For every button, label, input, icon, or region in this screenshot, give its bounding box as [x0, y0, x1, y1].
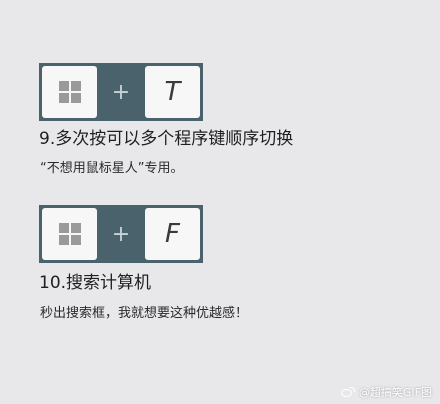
letter-key: F — [145, 208, 200, 260]
weibo-icon — [340, 386, 355, 398]
windows-logo-icon — [58, 223, 81, 245]
watermark-text: @超搞笑GIF图 — [358, 386, 432, 399]
windows-logo-icon — [58, 81, 81, 103]
windows-key — [42, 66, 97, 118]
plus-sign: + — [111, 79, 131, 105]
key-letter: T — [164, 77, 181, 107]
shortcut-description-1: “不想用鼠标星人”专用。 — [40, 161, 184, 176]
shortcut-combo-1: + T — [39, 63, 203, 121]
windows-key — [42, 208, 97, 260]
key-letter: F — [165, 219, 180, 249]
shortcut-title-2: 10.搜索计算机 — [39, 273, 152, 293]
watermark: @超搞笑GIF图 — [340, 384, 432, 400]
shortcut-description-2: 秒出搜索框，我就想要这种优越感！ — [40, 306, 249, 321]
letter-key: T — [145, 66, 200, 118]
shortcut-title-1: 9.多次按可以多个程序键顺序切换 — [39, 129, 294, 149]
plus-sign: + — [111, 221, 131, 247]
shortcut-combo-2: + F — [39, 205, 203, 263]
